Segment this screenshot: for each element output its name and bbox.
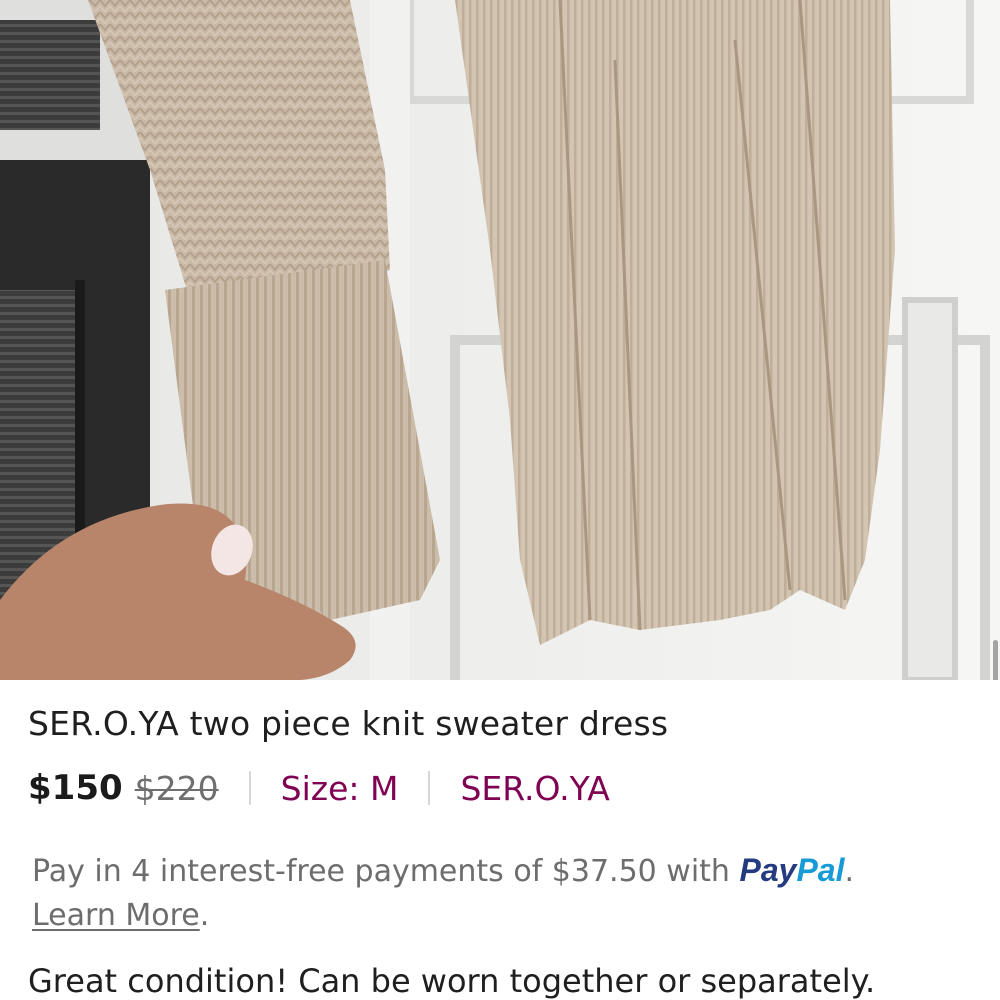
listing-info: SER.O.YA two piece knit sweater dress $1… — [0, 680, 1000, 1000]
learn-more-link[interactable]: Learn More — [32, 898, 200, 933]
paypal-logo-part1: Pay — [739, 852, 797, 888]
original-price: $220 — [134, 768, 219, 808]
divider — [248, 771, 251, 805]
paypal-logo-part2: Pal — [796, 852, 845, 888]
paypal-text: Pay in 4 interest-free payments of $37.5… — [32, 854, 730, 889]
learn-more-period: . — [199, 898, 210, 933]
paypal-installments: Pay in 4 interest-free payments of $37.5… — [32, 848, 952, 938]
paypal-logo: PayPal — [740, 852, 845, 888]
product-photo[interactable] — [0, 0, 1000, 680]
price-row: $150 $220 Size: M SER.O.YA — [28, 768, 610, 808]
size-link[interactable]: Size: M — [281, 769, 399, 808]
paypal-period: . — [844, 854, 855, 889]
listing-page: SER.O.YA two piece knit sweater dress $1… — [0, 0, 1000, 1000]
scrollbar-thumb[interactable] — [993, 640, 998, 680]
listing-title: SER.O.YA two piece knit sweater dress — [28, 704, 669, 743]
listing-description: Great condition! Can be worn together or… — [28, 962, 876, 1000]
brand-link[interactable]: SER.O.YA — [460, 769, 609, 808]
divider — [428, 771, 431, 805]
listing-price: $150 — [28, 768, 123, 808]
product-photo-illustration — [0, 0, 1000, 680]
